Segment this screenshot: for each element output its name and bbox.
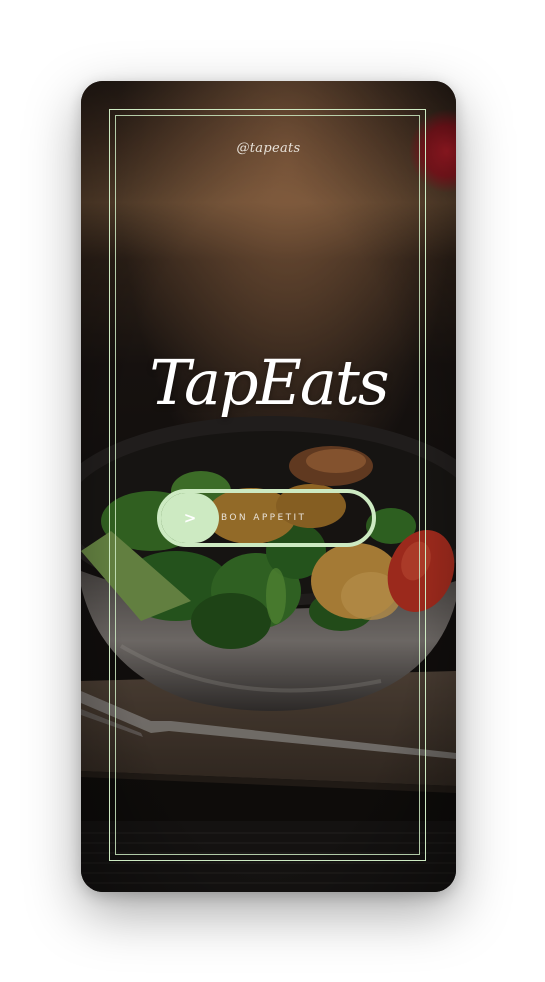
app-handle: @tapeats — [236, 141, 301, 156]
decorative-frame-inner — [115, 115, 420, 855]
slider-knob[interactable]: > — [161, 493, 219, 543]
chevron-right-icon: > — [183, 509, 197, 527]
app-title: TapEats — [149, 346, 389, 419]
slider-label: BON APPETIT — [221, 513, 307, 523]
splash-screen: @tapeats TapEats > BON APPETIT — [81, 81, 456, 892]
swipe-to-start-slider[interactable]: > BON APPETIT — [157, 489, 376, 547]
